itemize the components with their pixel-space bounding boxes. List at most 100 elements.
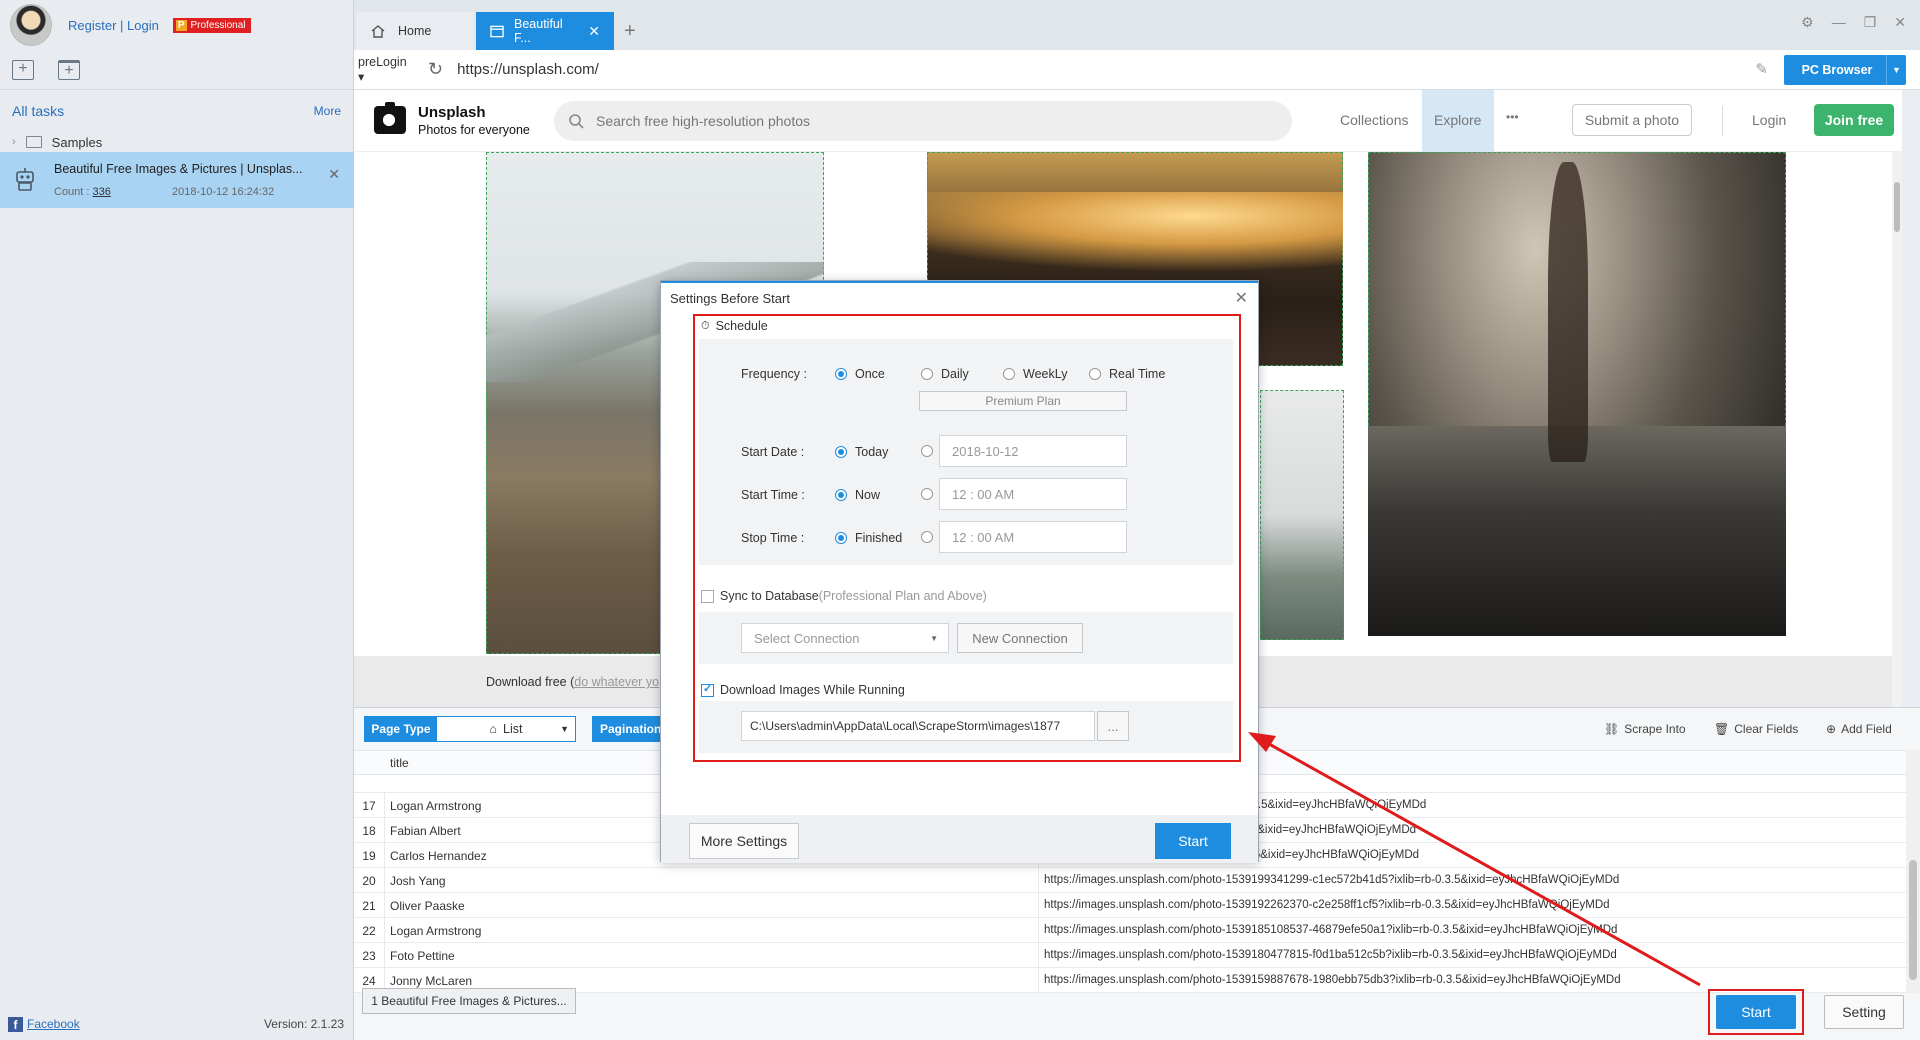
- row-number: 24: [362, 974, 376, 988]
- add-field-button[interactable]: ⊕ Add Field: [1826, 722, 1892, 736]
- all-tasks-link[interactable]: All tasks: [12, 103, 64, 119]
- radio-weekly[interactable]: WeekLy: [1003, 367, 1067, 381]
- dialog-title: Settings Before Start: [670, 290, 790, 306]
- new-connection-button[interactable]: New Connection: [957, 623, 1083, 653]
- clock-icon: ⏱: [701, 319, 710, 332]
- scrape-into-button[interactable]: ⛓ Scrape Into: [1604, 722, 1686, 736]
- nav-collections[interactable]: Collections: [1340, 112, 1408, 128]
- more-link[interactable]: More: [314, 104, 341, 118]
- close-icon[interactable]: ✕: [328, 166, 340, 183]
- dropdown-arrow-icon[interactable]: ▼: [1886, 55, 1906, 85]
- robot-icon: [16, 168, 34, 191]
- select-connection-dropdown[interactable]: Select Connection ▼: [741, 623, 949, 653]
- settings-gear-icon[interactable]: ⚙: [1801, 14, 1814, 31]
- cell-name: Josh Yang: [390, 874, 446, 888]
- dialog-start-button[interactable]: Start: [1155, 823, 1231, 859]
- sidebar-account-bar: Register | Login P Professional: [0, 0, 353, 50]
- photo-woman-shore[interactable]: [1368, 152, 1786, 636]
- reload-icon[interactable]: ↻: [428, 59, 443, 80]
- page-type-select[interactable]: ⌂ List ▼: [437, 717, 575, 741]
- url-field[interactable]: https://unsplash.com/: [457, 61, 599, 78]
- close-tab-icon[interactable]: ✕: [588, 23, 600, 40]
- radio-custom-start-time[interactable]: [921, 488, 933, 500]
- radio-real-time[interactable]: Real Time: [1089, 367, 1165, 381]
- table-row[interactable]: 22 Logan Armstrong https://images.unsplash…: [354, 918, 1906, 943]
- more-dots-icon[interactable]: •••: [1506, 110, 1519, 124]
- radio-once[interactable]: Once: [835, 367, 885, 381]
- page-type-label: Page Type: [365, 717, 437, 741]
- page-scrollbar[interactable]: [1892, 152, 1902, 707]
- scrollbar-thumb[interactable]: [1909, 860, 1917, 980]
- camera-logo-icon[interactable]: [374, 102, 406, 134]
- table-row[interactable]: 21 Oliver Paaske https://images.unsplash.c…: [354, 893, 1906, 918]
- search-input[interactable]: Search free high-resolution photos: [554, 101, 1292, 141]
- tab-home[interactable]: Home: [356, 12, 474, 50]
- frequency-label: Frequency :: [741, 367, 808, 381]
- login-link[interactable]: Login: [1752, 112, 1786, 128]
- join-free-button[interactable]: Join free: [1814, 104, 1894, 136]
- task-list-item[interactable]: Beautiful Free Images & Pictures | Unspl…: [0, 152, 354, 208]
- close-icon[interactable]: ✕: [1235, 288, 1248, 308]
- browser-tab-bar: Home Beautiful F... ✕ + ⚙ — ❐ ✕: [354, 0, 1920, 50]
- trash-icon: 🗑: [1714, 722, 1730, 736]
- photo-plant[interactable]: [1260, 390, 1344, 640]
- premium-plan-button[interactable]: Premium Plan: [919, 391, 1127, 411]
- nav-explore[interactable]: Explore: [1434, 112, 1481, 128]
- column-title-header[interactable]: title: [390, 756, 409, 770]
- radio-now[interactable]: Now: [835, 488, 880, 502]
- radio-daily[interactable]: Daily: [921, 367, 969, 381]
- table-row[interactable]: 24 Jonny McLaren https://images.unsplash.c…: [354, 968, 1906, 993]
- new-folder-icon[interactable]: +: [58, 59, 80, 80]
- professional-badge: P Professional: [172, 17, 251, 33]
- samples-folder[interactable]: › Samples: [0, 130, 353, 154]
- avatar[interactable]: [10, 4, 52, 46]
- scrollbar-thumb[interactable]: [1894, 182, 1900, 232]
- facebook-icon: f: [8, 1016, 23, 1032]
- radio-today[interactable]: Today: [835, 445, 888, 459]
- facebook-link[interactable]: f Facebook: [8, 1016, 80, 1032]
- page-type-selector[interactable]: Page Type ⌂ List ▼: [364, 716, 576, 742]
- sidebar-toolbar: + +: [0, 50, 353, 90]
- page-icon: [490, 25, 504, 37]
- cell-image-url: https://images.unsplash.com/photo-153919…: [1044, 899, 1610, 911]
- more-settings-button[interactable]: More Settings: [689, 823, 799, 859]
- setting-button[interactable]: Setting: [1824, 995, 1904, 1029]
- radio-custom-date[interactable]: [921, 445, 933, 457]
- table-row[interactable]: 23 Foto Pettine https://images.unsplash.co…: [354, 943, 1906, 968]
- stop-time-input[interactable]: 12 : 00 AM: [939, 521, 1127, 553]
- submit-photo-button[interactable]: Submit a photo: [1572, 104, 1692, 136]
- radio-finished[interactable]: Finished: [835, 531, 902, 545]
- row-number: 23: [362, 949, 376, 963]
- download-license-link[interactable]: do whatever yo: [574, 675, 659, 689]
- folder-icon: [25, 136, 42, 148]
- checkbox-checked-icon: [701, 682, 714, 697]
- new-task-icon[interactable]: +: [12, 59, 34, 80]
- table-row[interactable]: 20 Josh Yang https://images.unsplash.com/p…: [354, 868, 1906, 893]
- radio-custom-stop-time[interactable]: [921, 531, 933, 543]
- cell-image-url: https://images.unsplash.com/photo-153918…: [1044, 949, 1617, 961]
- header-divider: [1722, 106, 1723, 136]
- start-time-input[interactable]: 12 : 00 AM: [939, 478, 1127, 510]
- row-number: 17: [362, 799, 376, 813]
- prelogin-dropdown[interactable]: preLogin ▾: [354, 55, 416, 84]
- edit-pen-icon[interactable]: ✎: [1755, 60, 1768, 78]
- image-path-input[interactable]: C:\Users\admin\AppData\Local\ScrapeStorm…: [741, 711, 1095, 741]
- close-window-icon[interactable]: ✕: [1894, 14, 1906, 31]
- home-icon: [371, 25, 385, 38]
- result-tab[interactable]: 1 Beautiful Free Images & Pictures...: [362, 988, 576, 1014]
- task-sidebar: Register | Login P Professional + + All t…: [0, 0, 354, 1040]
- clear-fields-button[interactable]: 🗑 Clear Fields: [1714, 722, 1798, 736]
- browse-button[interactable]: ...: [1097, 711, 1129, 741]
- start-date-input[interactable]: 2018-10-12: [939, 435, 1127, 467]
- download-images-checkbox[interactable]: Download Images While Running: [701, 682, 905, 697]
- tab-unsplash[interactable]: Beautiful F... ✕: [476, 12, 614, 50]
- new-tab-button[interactable]: +: [614, 12, 646, 50]
- maximize-icon[interactable]: ❐: [1864, 14, 1877, 31]
- sync-database-checkbox[interactable]: Sync to Database (Professional Plan and A…: [701, 589, 987, 603]
- task-count: Count : 336: [54, 186, 111, 198]
- table-scrollbar[interactable]: [1906, 750, 1920, 993]
- minimize-icon[interactable]: —: [1832, 14, 1846, 31]
- register-login-link[interactable]: Register | Login: [68, 18, 159, 33]
- pc-browser-button[interactable]: PC Browser ▼: [1784, 55, 1906, 85]
- unsplash-name[interactable]: Unsplash: [418, 104, 486, 121]
